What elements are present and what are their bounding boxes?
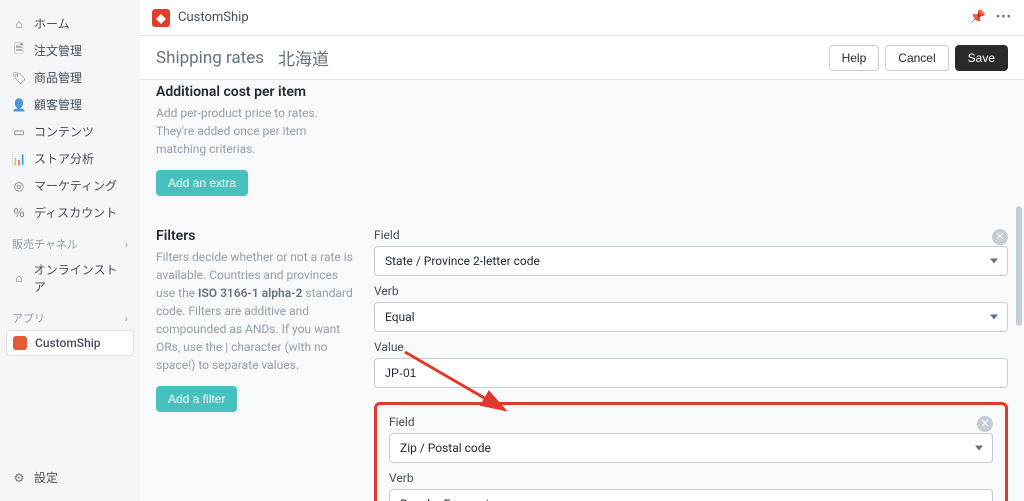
verb-label: Verb (389, 471, 993, 485)
nav-app-customship[interactable]: CustomShip (6, 330, 134, 356)
section-title-filters: Filters (156, 228, 356, 244)
nav-orders[interactable]: 🗎 注文管理 (6, 37, 134, 64)
verb-label: Verb (374, 284, 1008, 298)
nav-label: 注文管理 (34, 42, 82, 59)
filter-field-select[interactable]: State / Province 2-letter code (374, 246, 1008, 276)
nav-label: ホーム (34, 15, 70, 32)
nav-content[interactable]: ▭ コンテンツ (6, 118, 134, 145)
add-extra-button[interactable]: Add an extra (156, 170, 248, 196)
field-label: Field (374, 228, 400, 242)
chevron-right-icon: › (125, 312, 128, 325)
nav-marketing[interactable]: ◎ マーケティング (6, 172, 134, 199)
help-button[interactable]: Help (829, 45, 880, 71)
section-title-additional: Additional cost per item (156, 84, 356, 100)
nav-analytics[interactable]: 📊 ストア分析 (6, 145, 134, 172)
page-title: Shipping rates (156, 48, 264, 68)
main-content: ◆ CustomShip 📌 ••• Shipping rates 北海道 He… (140, 0, 1024, 501)
page-header: Shipping rates 北海道 Help Cancel Save (140, 36, 1024, 80)
filter-value-input[interactable] (374, 358, 1008, 388)
filter-verb-select[interactable]: Regular Expression (389, 489, 993, 501)
store-icon: ⌂ (12, 271, 26, 285)
content-icon: ▭ (12, 125, 26, 139)
nav-online-store[interactable]: ⌂ オンラインストア (6, 256, 134, 300)
remove-filter-button[interactable]: ✕ (977, 416, 993, 432)
value-label: Value (374, 340, 1008, 354)
nav-label: 顧客管理 (34, 96, 82, 113)
sidebar: ⌂ ホーム 🗎 注文管理 🏷 商品管理 👤 顧客管理 ▭ コンテンツ 📊 ス (0, 0, 140, 501)
save-button[interactable]: Save (955, 45, 1008, 71)
nav-home[interactable]: ⌂ ホーム (6, 10, 134, 37)
customers-icon: 👤 (12, 98, 26, 112)
nav-products[interactable]: 🏷 商品管理 (6, 64, 134, 91)
discounts-icon: ％ (12, 206, 26, 220)
filters-desc-bold: ISO 3166-1 alpha-2 (198, 286, 302, 300)
nav-customers[interactable]: 👤 顧客管理 (6, 91, 134, 118)
marketing-icon: ◎ (12, 179, 26, 193)
scrollbar[interactable] (1014, 80, 1022, 501)
page-subtitle: 北海道 (278, 45, 329, 70)
analytics-icon: 📊 (12, 152, 26, 166)
content-scroll[interactable]: Additional cost per item Add per-product… (140, 80, 1024, 501)
nav-label: マーケティング (34, 177, 117, 194)
field-label: Field (389, 415, 415, 429)
nav-label: ストア分析 (34, 150, 94, 167)
channels-title-text: 販売チャネル (12, 236, 78, 252)
nav-label: CustomShip (35, 336, 101, 350)
chevron-right-icon: › (125, 238, 128, 251)
pin-icon[interactable]: 📌 (970, 10, 986, 25)
section-desc-filters: Filters decide whether or not a rate is … (156, 248, 356, 374)
nav-discounts[interactable]: ％ ディスカウント (6, 199, 134, 226)
orders-icon: 🗎 (12, 44, 26, 58)
nav-label: ディスカウント (34, 204, 117, 221)
filter-verb-select[interactable]: Equal (374, 302, 1008, 332)
filter-field-select[interactable]: Zip / Postal code (389, 433, 993, 463)
cancel-button[interactable]: Cancel (885, 45, 948, 71)
nav-label: 商品管理 (34, 69, 82, 86)
filter-block: Field ✕ State / Province 2-letter code V… (374, 228, 1008, 388)
app-logo-icon: ◆ (152, 9, 170, 27)
gear-icon: ⚙ (12, 471, 26, 485)
apps-title-text: アプリ (12, 310, 45, 326)
app-icon (13, 336, 27, 350)
scroll-thumb[interactable] (1016, 206, 1022, 326)
filter-block-highlighted: Field ✕ Zip / Postal code Verb Regular E… (374, 402, 1008, 501)
nav-label: オンラインストア (34, 261, 128, 295)
remove-filter-button[interactable]: ✕ (992, 229, 1008, 245)
app-header: ◆ CustomShip 📌 ••• (140, 0, 1024, 36)
nav-section-apps: アプリ › (6, 300, 134, 330)
nav-section-channels: 販売チャネル › (6, 226, 134, 256)
more-icon[interactable]: ••• (996, 10, 1012, 25)
section-desc-additional: Add per-product price to rates. They're … (156, 104, 356, 158)
app-name: CustomShip (178, 10, 249, 25)
home-icon: ⌂ (12, 17, 26, 31)
nav-label: コンテンツ (34, 123, 94, 140)
nav-label: 設定 (34, 469, 58, 486)
products-icon: 🏷 (12, 71, 26, 85)
nav-settings[interactable]: ⚙ 設定 (6, 464, 134, 491)
add-filter-button[interactable]: Add a filter (156, 386, 237, 412)
